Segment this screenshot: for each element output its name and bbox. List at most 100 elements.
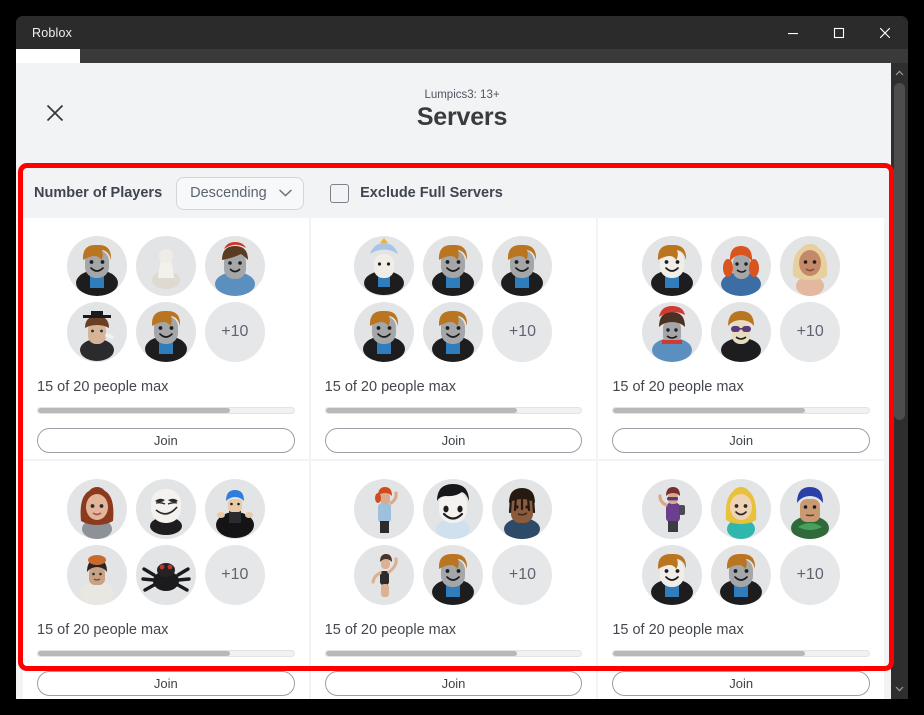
player-avatar xyxy=(354,236,415,296)
join-server-button[interactable]: Join xyxy=(324,671,583,696)
join-server-button[interactable]: Join xyxy=(612,671,870,696)
servers-modal: Lumpics3: 13+ Servers Number of Players … xyxy=(16,63,908,699)
scroll-down-button[interactable] xyxy=(891,679,908,699)
player-avatar xyxy=(711,302,772,362)
server-card: +10 15 of 20 people max Join xyxy=(310,461,597,699)
player-avatar xyxy=(492,236,553,296)
additional-players-badge: +10 xyxy=(492,302,553,362)
player-avatar xyxy=(66,236,127,296)
player-avatar xyxy=(711,236,772,296)
player-avatar xyxy=(423,302,484,362)
exclude-full-servers-checkbox[interactable]: Exclude Full Servers xyxy=(330,183,503,203)
player-avatar-group: +10 xyxy=(325,479,583,605)
capacity-progress-fill xyxy=(325,408,518,413)
maximize-button[interactable] xyxy=(816,16,862,49)
capacity-progress-fill xyxy=(325,651,518,656)
vertical-scrollbar[interactable] xyxy=(891,63,908,699)
additional-players-badge: +10 xyxy=(780,545,841,605)
player-avatar-group: +10 xyxy=(37,479,295,605)
player-avatar-group: +10 xyxy=(37,236,295,362)
game-name-rating: Lumpics3: 13+ xyxy=(424,89,500,101)
player-avatar xyxy=(354,545,415,605)
player-avatar xyxy=(642,236,703,296)
server-card: +10 15 of 20 people max Join xyxy=(23,218,309,459)
window-title: Roblox xyxy=(32,25,73,40)
player-avatar xyxy=(354,302,415,362)
filter-bar: Number of Players Descending Exclude Ful… xyxy=(16,168,908,218)
server-capacity-text: 15 of 20 people max xyxy=(37,622,169,638)
player-avatar xyxy=(642,479,703,539)
player-avatar xyxy=(66,302,127,362)
player-avatar xyxy=(135,302,196,362)
player-avatar xyxy=(711,479,772,539)
page-title: Servers xyxy=(416,103,508,131)
player-avatar xyxy=(423,236,484,296)
player-avatar xyxy=(135,545,196,605)
sort-label: Number of Players xyxy=(34,185,163,201)
server-grid: +10 15 of 20 people max Join +10 15 of 20 pe… xyxy=(16,218,891,699)
scroll-up-button[interactable] xyxy=(891,63,908,83)
server-card: +10 15 of 20 people max Join xyxy=(598,461,884,699)
player-avatar xyxy=(423,545,484,605)
roblox-window: Roblox Lumpics3: 13+ Servers Number of P… xyxy=(16,16,908,699)
player-avatar xyxy=(711,545,772,605)
player-avatar-group: +10 xyxy=(612,236,870,362)
capacity-progress-bar xyxy=(37,407,295,414)
server-capacity-text: 15 of 20 people max xyxy=(612,379,744,395)
sort-order-select[interactable]: Descending xyxy=(176,176,305,210)
player-avatar xyxy=(492,479,553,539)
chevron-down-icon xyxy=(279,189,292,197)
close-window-button[interactable] xyxy=(862,16,908,49)
player-avatar xyxy=(204,236,265,296)
join-server-button[interactable]: Join xyxy=(324,428,583,453)
chevron-up-icon xyxy=(895,70,904,76)
server-capacity-text: 15 of 20 people max xyxy=(37,379,169,395)
capacity-progress-fill xyxy=(38,651,230,656)
window-titlebar: Roblox xyxy=(16,16,908,49)
join-server-button[interactable]: Join xyxy=(37,671,295,696)
join-server-button[interactable]: Join xyxy=(612,428,870,453)
server-card: +10 15 of 20 people max Join xyxy=(310,218,597,459)
capacity-progress-bar xyxy=(612,407,870,414)
modal-header: Lumpics3: 13+ Servers xyxy=(16,63,908,161)
join-server-button[interactable]: Join xyxy=(37,428,295,453)
capacity-progress-bar xyxy=(37,650,295,657)
capacity-progress-fill xyxy=(38,408,230,413)
server-card: +10 15 of 20 people max Join xyxy=(598,218,884,459)
server-card: +10 15 of 20 people max Join xyxy=(23,461,309,699)
capacity-progress-fill xyxy=(613,651,806,656)
player-avatar xyxy=(66,545,127,605)
player-avatar-group: +10 xyxy=(325,236,583,362)
server-capacity-text: 15 of 20 people max xyxy=(324,622,457,638)
minimize-button[interactable] xyxy=(770,16,816,49)
server-list-viewport: +10 15 of 20 people max Join +10 15 of 20 pe… xyxy=(16,218,891,699)
server-capacity-text: 15 of 20 people max xyxy=(612,622,744,638)
additional-players-badge: +10 xyxy=(204,545,265,605)
minimize-icon xyxy=(788,32,798,34)
player-avatar xyxy=(354,479,415,539)
additional-players-badge: +10 xyxy=(492,545,553,605)
capacity-progress-fill xyxy=(613,408,806,413)
scrollbar-thumb[interactable] xyxy=(894,83,905,420)
player-avatar xyxy=(642,302,703,362)
checkbox-box xyxy=(330,183,350,203)
player-avatar xyxy=(204,479,265,539)
player-avatar-group: +10 xyxy=(612,479,870,605)
exclude-full-servers-label: Exclude Full Servers xyxy=(360,185,503,201)
additional-players-badge: +10 xyxy=(204,302,265,362)
additional-players-badge: +10 xyxy=(780,302,841,362)
scrollbar-track[interactable] xyxy=(891,83,908,679)
maximize-icon xyxy=(833,27,845,38)
player-avatar xyxy=(780,236,841,296)
player-avatar xyxy=(66,479,127,539)
player-avatar xyxy=(423,479,484,539)
player-avatar xyxy=(135,479,196,539)
capacity-progress-bar xyxy=(612,650,870,657)
close-icon xyxy=(879,27,891,38)
screenshot-root: Roblox Lumpics3: 13+ Servers Number of P… xyxy=(0,0,924,715)
server-capacity-text: 15 of 20 people max xyxy=(324,379,457,395)
player-avatar xyxy=(642,545,703,605)
window-controls xyxy=(770,16,908,49)
player-avatar xyxy=(135,236,196,296)
player-avatar xyxy=(780,479,841,539)
